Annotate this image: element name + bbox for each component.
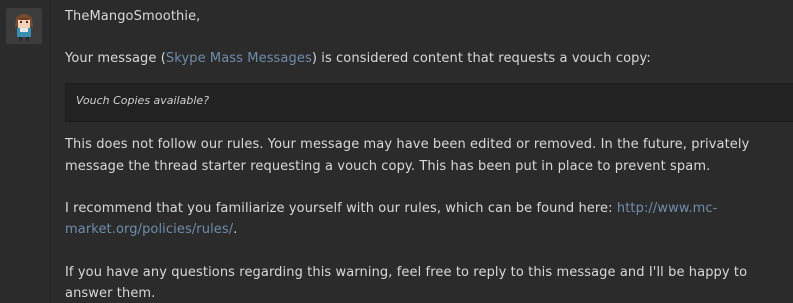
rules-line-1: This does not follow our rules. Your mes… xyxy=(65,137,750,152)
avatar[interactable] xyxy=(6,8,42,44)
message-intro: Your message (Skype Mass Messages) is co… xyxy=(65,48,651,70)
recommend-line-1: I recommend that you familiarize yoursel… xyxy=(65,198,717,220)
avatar-column xyxy=(0,0,51,303)
recommend-text: I recommend that you familiarize yoursel… xyxy=(65,201,617,216)
rules-link-part-1[interactable]: http://www.mc- xyxy=(617,201,718,216)
avatar-image xyxy=(6,8,42,44)
greeting: TheMangoSmoothie, xyxy=(65,9,201,24)
message-view: TheMangoSmoothie, Your message (Skype Ma… xyxy=(0,0,793,303)
quote-text: Vouch Copies available? xyxy=(76,94,210,107)
recommend-line-2: market.org/policies/rules/. xyxy=(65,219,238,241)
message-intro-before: Your message ( xyxy=(65,51,166,66)
rules-link-part-2[interactable]: market.org/policies/rules/ xyxy=(65,222,233,237)
thread-link[interactable]: Skype Mass Messages xyxy=(166,51,312,66)
quote-block: Vouch Copies available? xyxy=(65,83,793,122)
questions-line-1: If you have any questions regarding this… xyxy=(65,265,748,280)
rules-line-2: message the thread starter requesting a … xyxy=(65,159,711,174)
recommend-period: . xyxy=(233,222,238,237)
questions-line-2: answer them. xyxy=(65,286,156,301)
message-intro-after: ) is considered content that requests a … xyxy=(311,51,651,66)
